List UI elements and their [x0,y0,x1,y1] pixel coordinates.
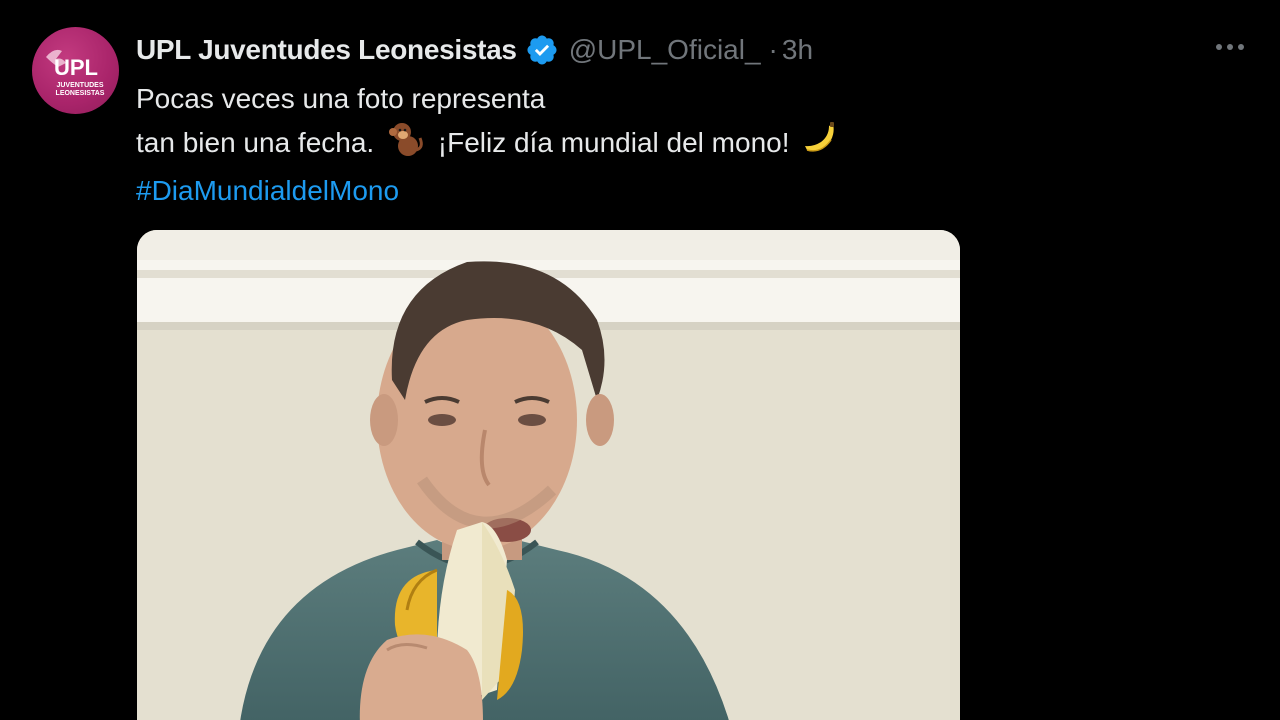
tweet-text-segment: ¡Feliz día mundial del mono! [437,127,790,158]
tweet: UPL JUVENTUDES LEONESISTAS UPL Juventude… [0,0,1280,720]
tweet-header: UPL Juventudes Leonesistas @UPL_Oficial_… [136,30,813,70]
svg-text:UPL: UPL [54,55,98,80]
more-options-button[interactable] [1210,32,1250,62]
banana-emoji-icon [801,120,839,170]
tweet-media-photo[interactable] [137,230,960,720]
avatar[interactable]: UPL JUVENTUDES LEONESISTAS [32,27,119,114]
tweet-text-segment: tan bien una fecha. [136,127,375,158]
separator-dot: · [768,34,778,65]
tweet-text-line-1: Pocas veces una foto representa [136,83,546,114]
hashtag-link[interactable]: #DiaMundialdelMono [136,170,843,212]
display-name[interactable]: UPL Juventudes Leonesistas [136,34,517,66]
verified-badge-icon[interactable] [525,33,559,67]
more-horizontal-icon [1216,44,1244,50]
svg-text:JUVENTUDES: JUVENTUDES [56,82,103,89]
svg-text:LEONESISTAS: LEONESISTAS [56,90,105,97]
handle[interactable]: @UPL_Oficial_ [569,34,761,66]
timestamp[interactable]: 3h [782,34,813,66]
tweet-text-line-2: tan bien una fecha. ¡Feliz día mundial d… [136,120,843,170]
photo-man-eating-banana [137,230,960,720]
upl-logo-icon: UPL JUVENTUDES LEONESISTAS [46,49,105,97]
monkey-emoji-icon [386,120,426,170]
tweet-text: Pocas veces una foto representa tan bien… [136,78,843,212]
